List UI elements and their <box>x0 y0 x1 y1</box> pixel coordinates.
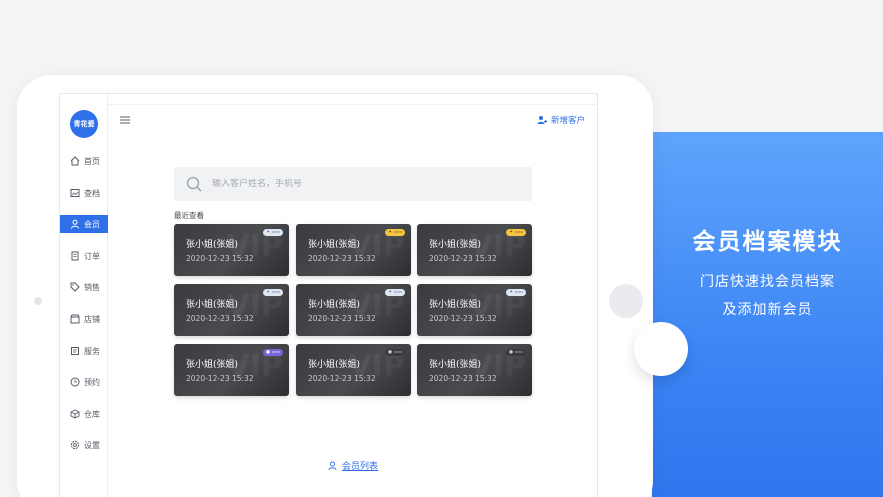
member-card[interactable]: VIP ● ▭▭ 张小姐(张姐) 2020-12-23 15:32 <box>417 344 532 396</box>
sidebar-item-label: 查档 <box>84 188 100 198</box>
member-name: 张小姐(张姐) <box>429 300 482 310</box>
service-icon <box>71 347 79 355</box>
add-customer-label: 新增客户 <box>551 116 586 126</box>
decorative-bubble-large <box>634 322 688 376</box>
app-screen: 青花瓷 首页 查档 会员 订单 销售 店铺 服务 预约 仓库 设置 新增客户 输… <box>59 93 598 497</box>
member-level-badge: ✦ ▭▭ <box>506 289 526 296</box>
member-card[interactable]: VIP ● ▭▭ 张小姐(张姐) 2020-12-23 15:32 <box>174 344 289 396</box>
search-input[interactable] <box>212 179 512 189</box>
sidebar-item-settings[interactable]: 设置 <box>60 436 108 454</box>
member-level-badge: ● ▭▭ <box>263 349 283 356</box>
member-name: 张小姐(张姐) <box>308 240 361 250</box>
app-logo: 青花瓷 <box>70 110 98 138</box>
sidebar-item-label: 设置 <box>84 440 100 450</box>
member-last-visit: 2020-12-23 15:32 <box>186 314 254 323</box>
order-icon <box>71 251 79 261</box>
member-level-badge: ✦ ▭▭ <box>385 289 405 296</box>
member-name: 张小姐(张姐) <box>186 300 239 310</box>
member-level-badge: ✦ ▭▭ <box>506 229 526 236</box>
member-level-badge: ✦ ▭▭ <box>263 289 283 296</box>
recent-section-title: 最近查看 <box>174 211 204 220</box>
sidebar-item-label: 预约 <box>84 377 100 387</box>
member-card[interactable]: VIP ✦ ▭▭ 张小姐(张姐) 2020-12-23 15:32 <box>174 224 289 276</box>
sidebar-item-store[interactable]: 店铺 <box>60 310 108 328</box>
member-list-link[interactable]: 会员列表 <box>328 459 378 472</box>
member-name: 张小姐(张姐) <box>308 360 361 370</box>
add-customer-button[interactable]: 新增客户 <box>537 114 585 126</box>
promo-subtitle-line2: 及添加新会员 <box>722 302 813 318</box>
sidebar-item-member[interactable]: 会员 <box>60 215 108 233</box>
store-icon <box>70 314 80 324</box>
sidebar-item-archive[interactable]: 查档 <box>60 184 108 202</box>
box-icon <box>70 409 80 419</box>
sidebar-item-label: 店铺 <box>84 314 100 324</box>
member-card[interactable]: VIP ● ▭▭ 张小姐(张姐) 2020-12-23 15:32 <box>296 344 411 396</box>
sidebar-item-order[interactable]: 订单 <box>60 247 108 265</box>
sidebar-item-warehouse[interactable]: 仓库 <box>60 405 108 423</box>
header-divider <box>108 104 597 105</box>
member-last-visit: 2020-12-23 15:32 <box>186 374 254 383</box>
promo-subtitle-line1: 门店快速找会员档案 <box>700 274 835 290</box>
member-level-badge: ✦ ▭▭ <box>385 229 405 236</box>
sidebar-item-home[interactable]: 首页 <box>60 152 108 170</box>
member-card[interactable]: VIP ✦ ▭▭ 张小姐(张姐) 2020-12-23 15:32 <box>174 284 289 336</box>
member-last-visit: 2020-12-23 15:32 <box>308 314 376 323</box>
tag-icon <box>70 282 80 292</box>
promo-title: 会员档案模块 <box>692 229 843 255</box>
member-last-visit: 2020-12-23 15:32 <box>308 374 376 383</box>
member-level-badge: ✦ ▭▭ <box>263 229 283 236</box>
member-name: 张小姐(张姐) <box>186 360 239 370</box>
member-name: 张小姐(张姐) <box>186 240 239 250</box>
menu-icon[interactable] <box>120 116 130 124</box>
member-card[interactable]: VIP ✦ ▭▭ 张小姐(张姐) 2020-12-23 15:32 <box>296 284 411 336</box>
member-level-badge: ● ▭▭ <box>506 349 526 356</box>
member-card[interactable]: VIP ✦ ▭▭ 张小姐(张姐) 2020-12-23 15:32 <box>417 224 532 276</box>
user-icon <box>71 219 79 229</box>
add-user-icon <box>537 116 547 124</box>
member-last-visit: 2020-12-23 15:32 <box>186 254 254 263</box>
search-bar[interactable] <box>174 167 532 201</box>
member-level-badge: ● ▭▭ <box>385 349 405 356</box>
home-icon <box>70 156 80 166</box>
sidebar-item-label: 仓库 <box>84 409 100 419</box>
member-card[interactable]: VIP ✦ ▭▭ 张小姐(张姐) 2020-12-23 15:32 <box>417 284 532 336</box>
gear-icon <box>70 440 80 450</box>
sidebar-item-label: 销售 <box>84 282 100 292</box>
sidebar-item-label: 首页 <box>84 156 100 166</box>
member-name: 张小姐(张姐) <box>308 300 361 310</box>
search-icon <box>186 176 202 192</box>
member-card[interactable]: VIP ✦ ▭▭ 张小姐(张姐) 2020-12-23 15:32 <box>296 224 411 276</box>
image-icon <box>70 189 80 197</box>
sidebar-item-label: 会员 <box>84 219 100 229</box>
member-last-visit: 2020-12-23 15:32 <box>429 254 497 263</box>
sidebar: 青花瓷 首页 查档 会员 订单 销售 店铺 服务 预约 仓库 设置 <box>60 94 108 497</box>
member-last-visit: 2020-12-23 15:32 <box>429 374 497 383</box>
sidebar-item-appointment[interactable]: 预约 <box>60 373 108 391</box>
member-name: 张小姐(张姐) <box>429 360 482 370</box>
tablet-camera <box>34 297 42 305</box>
member-name: 张小姐(张姐) <box>429 240 482 250</box>
decorative-bubble-small <box>609 284 643 318</box>
sidebar-item-label: 订单 <box>84 251 100 261</box>
user-outline-icon <box>328 461 337 470</box>
clock-icon <box>70 377 80 387</box>
member-list-label: 会员列表 <box>342 462 379 472</box>
sidebar-item-label: 服务 <box>84 346 100 356</box>
sidebar-item-sales[interactable]: 销售 <box>60 278 108 296</box>
sidebar-item-service[interactable]: 服务 <box>60 342 108 360</box>
member-last-visit: 2020-12-23 15:32 <box>308 254 376 263</box>
member-last-visit: 2020-12-23 15:32 <box>429 314 497 323</box>
